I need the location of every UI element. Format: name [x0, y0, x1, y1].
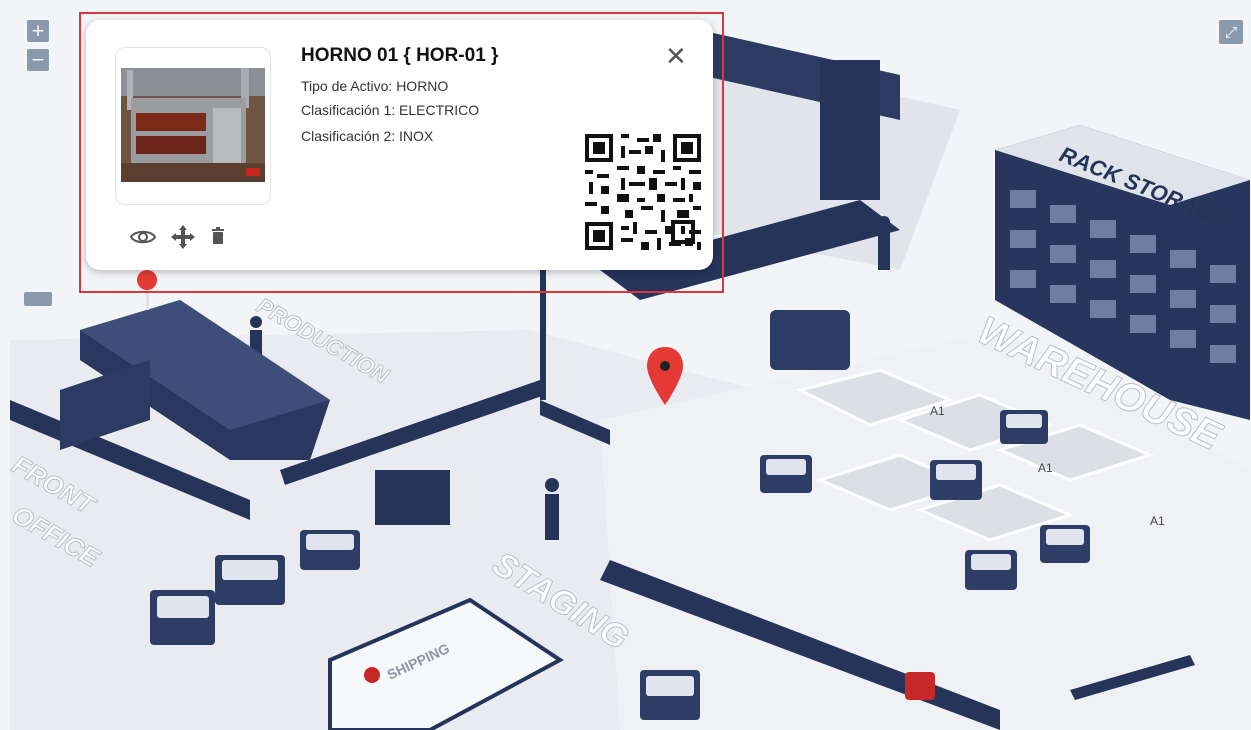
close-icon[interactable]: ✕ — [665, 44, 687, 70]
zoom-in-button[interactable]: + — [27, 20, 49, 42]
asset-image-frame — [115, 47, 271, 205]
oven-photo[interactable] — [121, 68, 265, 182]
map-control-handle[interactable] — [24, 292, 52, 306]
asset-type: Tipo de Activo: HORNO — [301, 78, 449, 94]
svg-text:A1: A1 — [930, 404, 945, 418]
qr-code — [585, 134, 701, 250]
asset-title: HORNO 01 { HOR-01 } — [301, 45, 499, 66]
move-icon[interactable] — [170, 225, 196, 249]
asset-classification-2: Clasificación 2: INOX — [301, 128, 434, 144]
trash-icon[interactable] — [210, 225, 226, 249]
fullscreen-button[interactable]: ⤢ — [1219, 20, 1243, 44]
zoom-out-button[interactable]: − — [27, 49, 49, 71]
asset-classification-1: Clasificación 1: ELECTRICO — [301, 102, 480, 118]
asset-popup-card: HORNO 01 { HOR-01 } Tipo de Activo: HORN… — [86, 20, 713, 270]
svg-text:A1: A1 — [1150, 514, 1165, 528]
eye-icon[interactable] — [130, 225, 156, 249]
location-marker-icon[interactable] — [645, 345, 685, 407]
asset-anchor-dot[interactable] — [137, 270, 157, 290]
svg-text:A1: A1 — [1038, 461, 1053, 475]
popup-anchor-stem — [146, 288, 149, 310]
